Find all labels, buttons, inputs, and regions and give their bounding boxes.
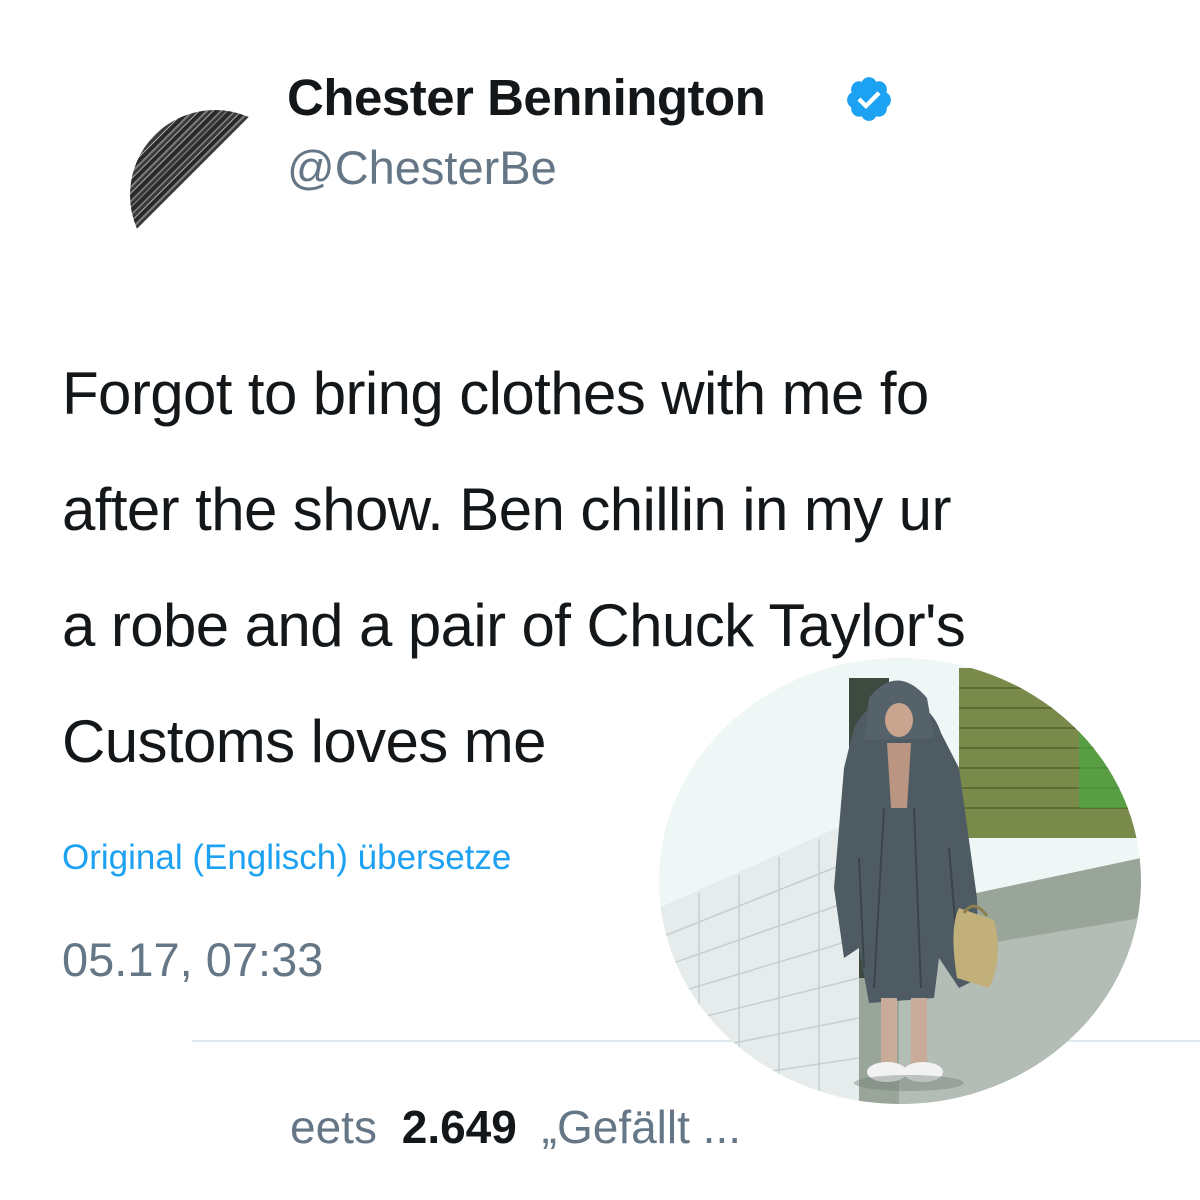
profile-avatar[interactable] [130,110,256,236]
verified-badge-icon [847,77,891,121]
retweets-label[interactable]: eets [290,1101,377,1153]
display-name[interactable]: Chester Bennington [287,68,766,127]
tweet-text-line: Forgot to bring clothes with me fo [62,360,929,427]
translate-link[interactable]: Original (Englisch) übersetze [62,838,511,878]
overlay-photo [659,658,1141,1104]
tweet-stats: eets 2.649 „Gefällt ... [290,1100,741,1154]
tweet-text-line: a robe and a pair of Chuck Taylor's [62,592,966,659]
likes-count[interactable]: 2.649 [402,1101,517,1153]
robe-photo-illustration [659,658,1141,1104]
user-handle[interactable]: @ChesterBe [287,140,557,195]
likes-label[interactable]: „Gefällt ... [542,1101,741,1153]
tweet-card: Chester Bennington @ChesterBe Forgot to … [0,0,1200,1200]
tweet-text-line: after the show. Ben chillin in my ur [62,476,951,543]
tweet-timestamp[interactable]: 05.17, 07:33 [62,932,323,987]
